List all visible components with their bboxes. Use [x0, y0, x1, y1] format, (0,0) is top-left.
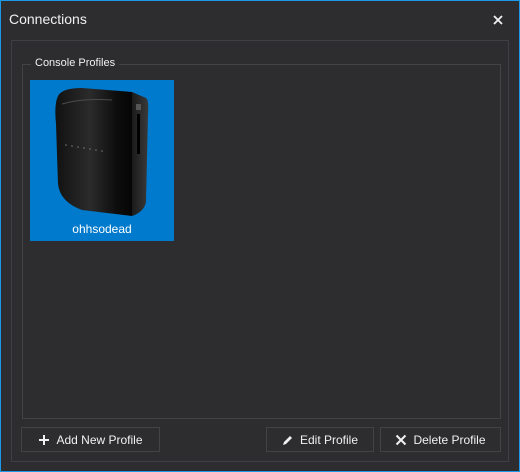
console-profiles-group: Console Profiles ohhsodead	[22, 57, 501, 419]
add-new-profile-button[interactable]: Add New Profile	[21, 427, 160, 452]
add-new-profile-label: Add New Profile	[56, 432, 143, 447]
profile-tile[interactable]: ohhsodead	[30, 80, 174, 241]
group-label: Console Profiles	[31, 57, 120, 69]
profile-list[interactable]: ohhsodead	[30, 80, 493, 411]
connections-window: Connections Console Profiles ohhsodead A…	[0, 0, 520, 472]
delete-profile-button[interactable]: Delete Profile	[380, 427, 501, 452]
x-icon	[395, 434, 407, 446]
plus-icon	[38, 434, 50, 446]
pencil-icon	[282, 434, 294, 446]
close-icon	[493, 15, 503, 25]
window-title: Connections	[9, 11, 87, 27]
console-icon	[55, 88, 149, 216]
edit-profile-label: Edit Profile	[299, 432, 359, 447]
delete-profile-label: Delete Profile	[413, 432, 486, 447]
title-bar: Connections	[1, 1, 519, 39]
edit-profile-button[interactable]: Edit Profile	[266, 427, 374, 452]
content-panel: Console Profiles ohhsodead Add New Profi…	[11, 40, 509, 462]
close-button[interactable]	[487, 9, 509, 31]
profile-name: ohhsodead	[72, 222, 132, 236]
